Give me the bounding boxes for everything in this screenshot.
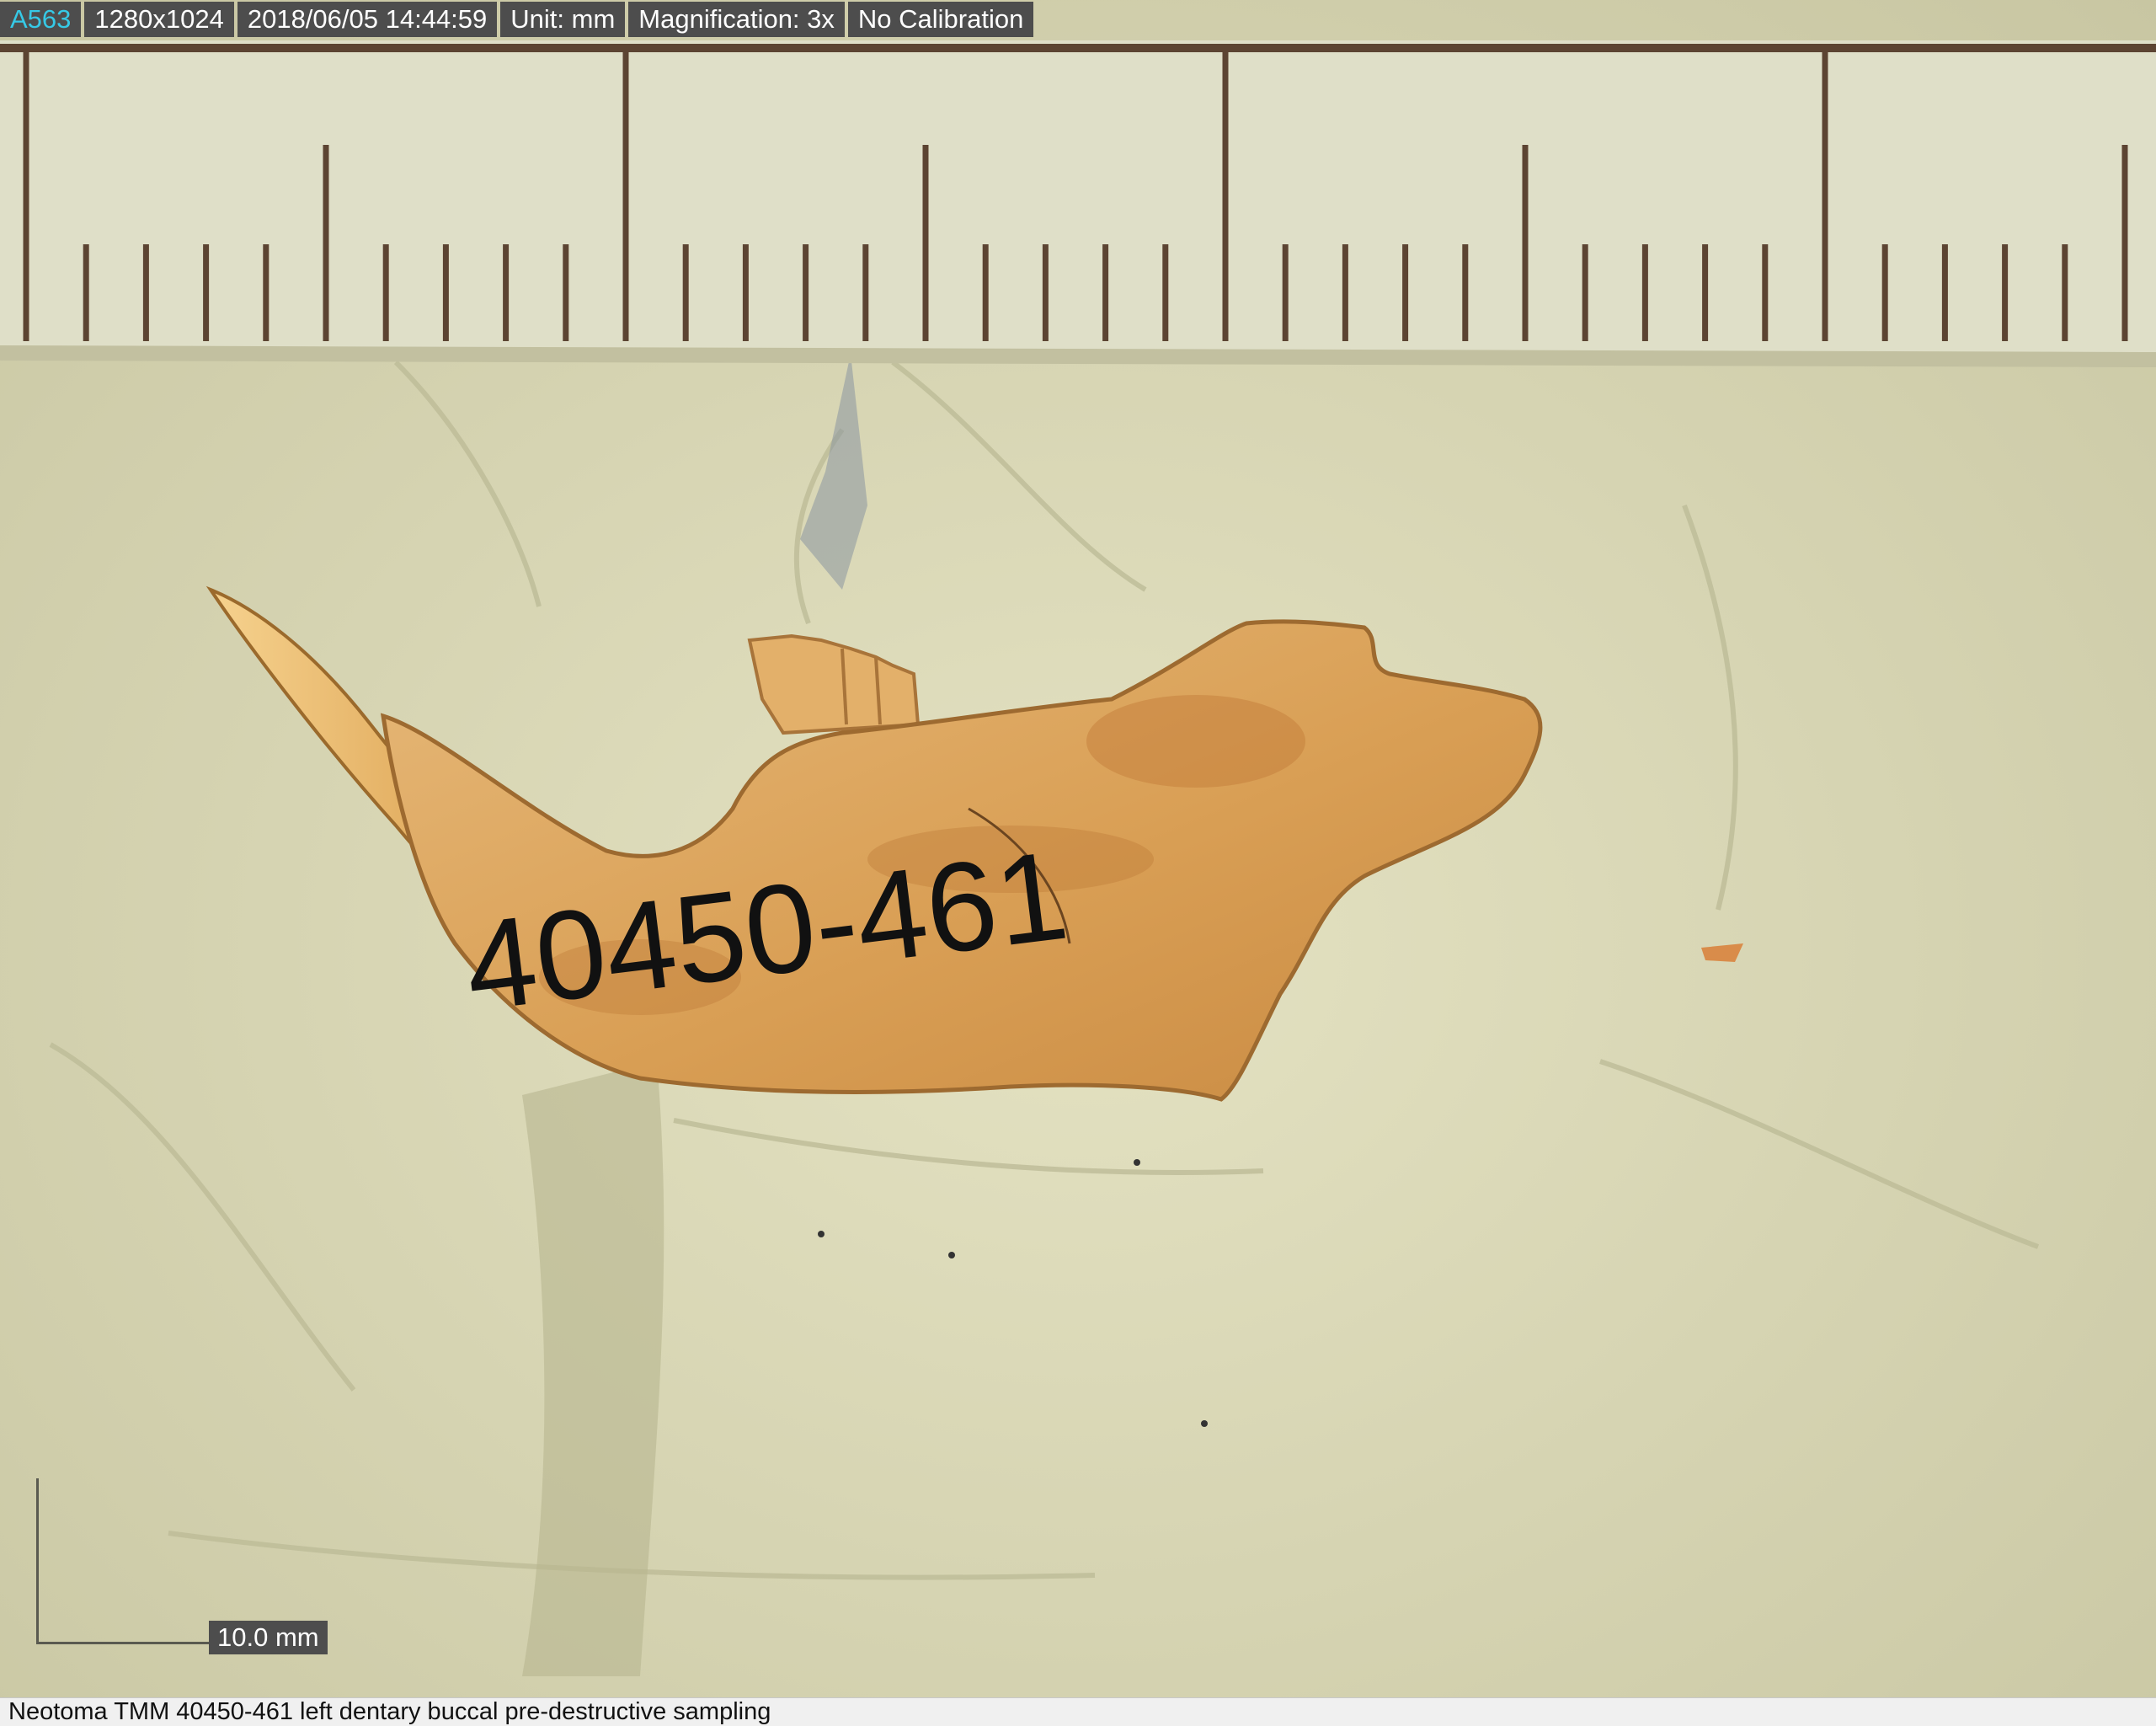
image-id: A563: [0, 2, 82, 37]
magnification-readout: Magnification: 3x: [628, 2, 845, 37]
calibration-status: No Calibration: [847, 2, 1034, 37]
scale-bar-label: 10.0 mm: [209, 1621, 328, 1654]
scale-bar-vertical: [36, 1478, 39, 1644]
caption-bar: Neotoma TMM 40450-461 left dentary bucca…: [0, 1697, 2156, 1726]
image-caption: Neotoma TMM 40450-461 left dentary bucca…: [8, 1698, 771, 1725]
image-info-bar: A563 1280x1024 2018/06/05 14:44:59 Unit:…: [0, 0, 1034, 39]
scale-bar-horizontal: [36, 1642, 211, 1644]
ruler-top-edge: [0, 44, 2156, 52]
unit-readout: Unit: mm: [500, 2, 626, 37]
ruler: [0, 40, 2156, 367]
capture-datetime: 2018/06/05 14:44:59: [237, 2, 498, 37]
specimen-photo: 40450-461: [0, 0, 2156, 1725]
image-resolution: 1280x1024: [84, 2, 234, 37]
